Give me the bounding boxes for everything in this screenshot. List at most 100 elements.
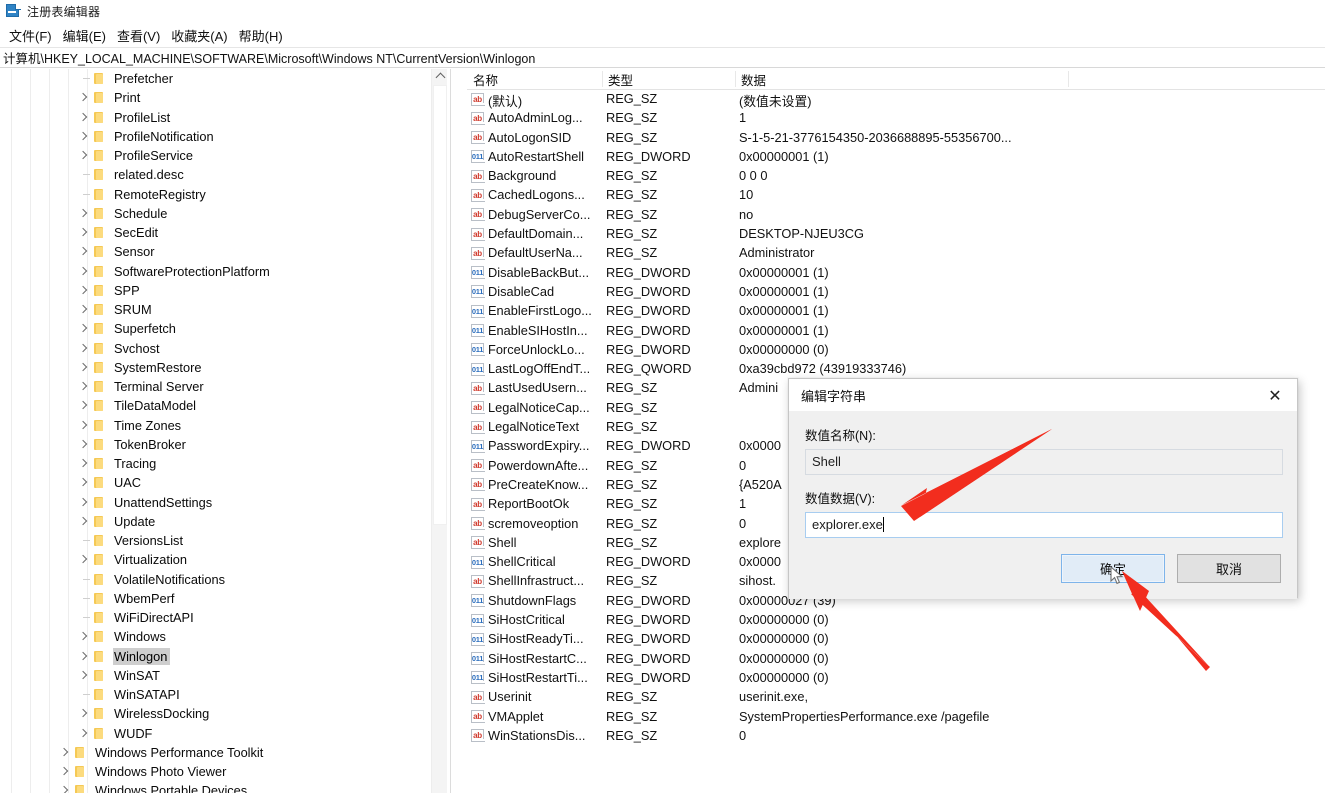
chevron-right-icon[interactable] bbox=[76, 88, 92, 107]
chevron-right-icon[interactable] bbox=[76, 204, 92, 223]
table-row[interactable]: abBackgroundREG_SZ0 0 0 bbox=[467, 167, 1325, 186]
table-row[interactable]: 011DisableCadREG_DWORD0x00000001 (1) bbox=[467, 283, 1325, 302]
table-row[interactable]: abDefaultDomain...REG_SZDESKTOP-NJEU3CG bbox=[467, 225, 1325, 244]
menu-help[interactable]: 帮助(H) bbox=[235, 25, 288, 46]
tree-item[interactable]: RemoteRegistry bbox=[0, 185, 447, 204]
chevron-right-icon[interactable] bbox=[57, 781, 73, 793]
tree-item[interactable]: TileDataModel bbox=[0, 396, 447, 415]
tree-item[interactable]: WinSATAPI bbox=[0, 685, 447, 704]
tree-item[interactable]: Print bbox=[0, 88, 447, 107]
tree-item[interactable]: UnattendSettings bbox=[0, 493, 447, 512]
table-row[interactable]: 011DisableBackBut...REG_DWORD0x00000001 … bbox=[467, 264, 1325, 283]
chevron-right-icon[interactable] bbox=[76, 454, 92, 473]
tree-item[interactable]: Terminal Server bbox=[0, 377, 447, 396]
chevron-right-icon[interactable] bbox=[76, 396, 92, 415]
table-row[interactable]: 011AutoRestartShellREG_DWORD0x00000001 (… bbox=[467, 148, 1325, 167]
tree-item[interactable]: Time Zones bbox=[0, 416, 447, 435]
tree-item[interactable]: UAC bbox=[0, 473, 447, 492]
chevron-right-icon[interactable] bbox=[76, 146, 92, 165]
tree-item[interactable]: Tracing bbox=[0, 454, 447, 473]
registry-tree[interactable]: PrefetcherPrintProfileListProfileNotific… bbox=[0, 69, 447, 793]
tree-item[interactable]: Winlogon bbox=[0, 647, 447, 666]
chevron-right-icon[interactable] bbox=[57, 762, 73, 781]
tree-item[interactable]: TokenBroker bbox=[0, 435, 447, 454]
column-header-data[interactable]: 数据 bbox=[735, 69, 1068, 89]
table-row[interactable]: 011SiHostCriticalREG_DWORD0x00000000 (0) bbox=[467, 611, 1325, 630]
close-icon[interactable]: ✕ bbox=[1253, 379, 1297, 411]
tree-item[interactable]: ProfileNotification bbox=[0, 127, 447, 146]
tree-item[interactable]: ProfileService bbox=[0, 146, 447, 165]
chevron-right-icon[interactable] bbox=[76, 377, 92, 396]
menu-favorites[interactable]: 收藏夹(A) bbox=[167, 25, 232, 46]
table-row[interactable]: 011LastLogOffEndT...REG_QWORD0xa39cbd972… bbox=[467, 360, 1325, 379]
tree-item[interactable]: WirelessDocking bbox=[0, 704, 447, 723]
tree-scrollbar-thumb[interactable] bbox=[433, 85, 447, 525]
value-name-input[interactable]: Shell bbox=[805, 449, 1283, 475]
chevron-right-icon[interactable] bbox=[76, 127, 92, 146]
tree-item[interactable]: VolatileNotifications bbox=[0, 570, 447, 589]
table-row[interactable]: 011SiHostReadyTi...REG_DWORD0x00000000 (… bbox=[467, 630, 1325, 649]
chevron-right-icon[interactable] bbox=[76, 647, 92, 666]
tree-item[interactable]: WinSAT bbox=[0, 666, 447, 685]
ok-button[interactable]: 确定 bbox=[1061, 554, 1165, 583]
chevron-right-icon[interactable] bbox=[76, 435, 92, 454]
chevron-right-icon[interactable] bbox=[76, 242, 92, 261]
tree-item[interactable]: Superfetch bbox=[0, 319, 447, 338]
table-row[interactable]: abDebugServerCo...REG_SZno bbox=[467, 206, 1325, 225]
tree-item[interactable]: WiFiDirectAPI bbox=[0, 608, 447, 627]
chevron-right-icon[interactable] bbox=[76, 319, 92, 338]
chevron-right-icon[interactable] bbox=[76, 512, 92, 531]
cancel-button[interactable]: 取消 bbox=[1177, 554, 1281, 583]
tree-item[interactable]: WbemPerf bbox=[0, 589, 447, 608]
chevron-right-icon[interactable] bbox=[76, 724, 92, 743]
chevron-right-icon[interactable] bbox=[76, 493, 92, 512]
chevron-right-icon[interactable] bbox=[76, 223, 92, 242]
tree-item[interactable]: VersionsList bbox=[0, 531, 447, 550]
table-row[interactable]: 011ForceUnlockLo...REG_DWORD0x00000000 (… bbox=[467, 341, 1325, 360]
table-row[interactable]: 011EnableSIHostIn...REG_DWORD0x00000001 … bbox=[467, 322, 1325, 341]
tree-item[interactable]: WUDF bbox=[0, 724, 447, 743]
table-row[interactable]: ab(默认)REG_SZ(数值未设置) bbox=[467, 90, 1325, 109]
tree-item[interactable]: ProfileList bbox=[0, 108, 447, 127]
chevron-right-icon[interactable] bbox=[76, 704, 92, 723]
tree-item[interactable]: SecEdit bbox=[0, 223, 447, 242]
table-row[interactable]: abDefaultUserNa...REG_SZAdministrator bbox=[467, 244, 1325, 263]
table-row[interactable]: abAutoLogonSIDREG_SZS-1-5-21-3776154350-… bbox=[467, 129, 1325, 148]
chevron-right-icon[interactable] bbox=[76, 473, 92, 492]
tree-item[interactable]: Windows Performance Toolkit bbox=[0, 743, 447, 762]
table-row[interactable]: abUserinitREG_SZuserinit.exe, bbox=[467, 688, 1325, 707]
tree-item[interactable]: SPP bbox=[0, 281, 447, 300]
tree-item[interactable]: Windows bbox=[0, 627, 447, 646]
column-header-name[interactable]: 名称 bbox=[467, 69, 602, 89]
table-row[interactable]: abVMAppletREG_SZSystemPropertiesPerforma… bbox=[467, 708, 1325, 727]
table-row[interactable]: abCachedLogons...REG_SZ10 bbox=[467, 186, 1325, 205]
tree-item[interactable]: Prefetcher bbox=[0, 69, 447, 88]
chevron-right-icon[interactable] bbox=[76, 627, 92, 646]
tree-item[interactable]: Windows Portable Devices bbox=[0, 781, 447, 793]
tree-item[interactable]: related.desc bbox=[0, 165, 447, 184]
value-data-input[interactable]: explorer.exe bbox=[805, 512, 1283, 538]
table-row[interactable]: 011SiHostRestartTi...REG_DWORD0x00000000… bbox=[467, 669, 1325, 688]
address-bar[interactable]: 计算机\HKEY_LOCAL_MACHINE\SOFTWARE\Microsof… bbox=[0, 47, 1325, 68]
tree-item[interactable]: SystemRestore bbox=[0, 358, 447, 377]
tree-item[interactable]: Sensor bbox=[0, 242, 447, 261]
tree-item[interactable]: Update bbox=[0, 512, 447, 531]
tree-item[interactable]: SoftwareProtectionPlatform bbox=[0, 262, 447, 281]
menu-view[interactable]: 查看(V) bbox=[113, 25, 165, 46]
chevron-right-icon[interactable] bbox=[76, 550, 92, 569]
chevron-right-icon[interactable] bbox=[57, 743, 73, 762]
pane-splitter[interactable] bbox=[447, 69, 464, 793]
chevron-right-icon[interactable] bbox=[76, 666, 92, 685]
chevron-right-icon[interactable] bbox=[76, 281, 92, 300]
tree-item[interactable]: Svchost bbox=[0, 339, 447, 358]
table-row[interactable]: abAutoAdminLog...REG_SZ1 bbox=[467, 109, 1325, 128]
column-header-type[interactable]: 类型 bbox=[602, 69, 735, 89]
tree-item[interactable]: SRUM bbox=[0, 300, 447, 319]
table-row[interactable]: 011EnableFirstLogo...REG_DWORD0x00000001… bbox=[467, 302, 1325, 321]
tree-item[interactable]: Virtualization bbox=[0, 550, 447, 569]
table-row[interactable]: 011SiHostRestartC...REG_DWORD0x00000000 … bbox=[467, 650, 1325, 669]
tree-scrollbar[interactable] bbox=[431, 69, 447, 793]
tree-item[interactable]: Windows Photo Viewer bbox=[0, 762, 447, 781]
menu-file[interactable]: 文件(F) bbox=[5, 25, 57, 46]
tree-item[interactable]: Schedule bbox=[0, 204, 447, 223]
